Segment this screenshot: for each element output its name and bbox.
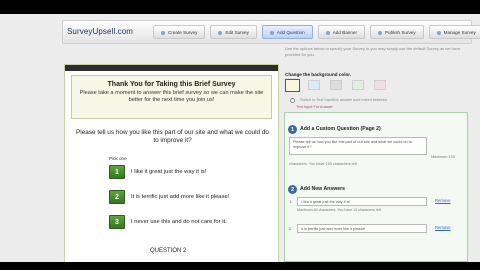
- tab-bullet-icon: [161, 30, 165, 35]
- answer-text: I like it great just the way it is!: [131, 169, 207, 175]
- screen: SurveyUpsell.com Create Survey Edit Surv…: [0, 14, 480, 262]
- site-logo[interactable]: SurveyUpsell.com: [67, 27, 133, 36]
- question-textarea[interactable]: Please tell us how you like this part of…: [289, 137, 427, 155]
- remove-answer-1-link[interactable]: Remove: [435, 198, 451, 203]
- header-bar: SurveyUpsell.com Create Survey Edit Surv…: [62, 20, 480, 44]
- color-swatch-green[interactable]: [352, 80, 364, 90]
- tab-bullet-icon: [325, 30, 330, 35]
- tab-add-banner[interactable]: Add Banner: [317, 25, 365, 39]
- answer-option-1[interactable]: 1 I like it great just the way it is!: [109, 164, 206, 180]
- text-input-option[interactable]: Text Input For Answer: [296, 105, 333, 109]
- step-1-badge: 1: [288, 125, 297, 134]
- answer-text: It is terrific just add more like it ple…: [131, 194, 230, 200]
- color-swatch-gray[interactable]: [330, 80, 342, 90]
- remove-answer-2-link[interactable]: Remove: [435, 225, 451, 230]
- survey-preview: Thank You for Taking this Brief Survey P…: [64, 64, 279, 262]
- answer-option-2[interactable]: 2 It is terrific just add more like it p…: [109, 189, 229, 205]
- main-nav: Create Survey Edit Survey Add Question A…: [153, 25, 480, 39]
- tab-bullet-icon: [269, 30, 274, 35]
- tab-label: Publish Survey: [384, 30, 416, 35]
- step-2-badge: 2: [288, 185, 297, 194]
- color-swatch-cream[interactable]: [285, 79, 300, 92]
- tab-label: Add Banner: [332, 30, 357, 35]
- question-edit-card: 1 Add a Custom Question (Page 2) Please …: [284, 112, 468, 262]
- switch-note: Switch to Text Input/No answer sure mixe…: [300, 98, 389, 102]
- tab-manage-survey[interactable]: Manage Survey: [428, 25, 480, 39]
- thank-you-box: Thank You for Taking this Brief Survey P…: [71, 75, 272, 119]
- tab-create-survey[interactable]: Create Survey: [153, 25, 206, 39]
- tab-label: Manage Survey: [443, 30, 476, 35]
- letterbox-top: [0, 0, 480, 14]
- answer-number-badge[interactable]: 2: [109, 190, 125, 204]
- tab-bullet-icon: [377, 30, 382, 35]
- tab-bullet-icon: [218, 30, 223, 35]
- tab-label: Add Question: [276, 30, 305, 35]
- answer-index: 1.: [289, 199, 293, 204]
- editor-panel: Use the options below to specify your Su…: [282, 46, 472, 262]
- pick-one-label: Pick one: [109, 156, 127, 161]
- editor-intro: Use the options below to specify your Su…: [285, 46, 461, 57]
- answer-index: 2.: [289, 226, 293, 231]
- tab-edit-survey[interactable]: Edit Survey: [210, 25, 257, 39]
- answer-text: I never use this and do not care for it.: [131, 219, 227, 225]
- answer-number-badge[interactable]: 3: [109, 215, 125, 229]
- tab-add-question[interactable]: Add Question: [261, 25, 313, 39]
- next-question-label: QUESTION 2: [150, 248, 187, 254]
- characters-left-label: characters. You have 150 characters left: [289, 162, 357, 166]
- answer-input-2[interactable]: It is terrific just add more like it ple…: [297, 224, 427, 233]
- radio-icon[interactable]: [290, 98, 295, 103]
- answer-limit-note: Maximum 80 characters. You have 10 chara…: [297, 208, 382, 212]
- color-swatch-pink[interactable]: [374, 80, 386, 90]
- thank-you-text: Please take a moment to answer this brie…: [79, 90, 264, 103]
- answer-input-1[interactable]: I like it great just the way it is!: [297, 197, 427, 206]
- tab-label: Edit Survey: [225, 30, 249, 35]
- max-characters-label: Maximum 150: [431, 155, 455, 159]
- tab-bullet-icon: [436, 30, 441, 35]
- thank-you-title: Thank You for Taking this Brief Survey: [107, 81, 236, 88]
- tab-label: Create Survey: [168, 30, 198, 35]
- survey-question: Please tell us how you like this part of…: [76, 129, 269, 144]
- letterbox-bottom: [0, 262, 480, 270]
- tab-publish-survey[interactable]: Publish Survey: [369, 25, 424, 39]
- color-swatch-blue[interactable]: [308, 80, 320, 90]
- step-1-title: Add a Custom Question (Page 2): [300, 126, 381, 132]
- preview-top-bar: [65, 65, 278, 71]
- answer-option-3[interactable]: 3 I never use this and do not care for i…: [109, 214, 227, 230]
- change-background-label: Change the background color.: [285, 72, 352, 77]
- step-2-title: Add New Answers: [300, 186, 346, 192]
- answer-number-badge[interactable]: 1: [109, 165, 125, 179]
